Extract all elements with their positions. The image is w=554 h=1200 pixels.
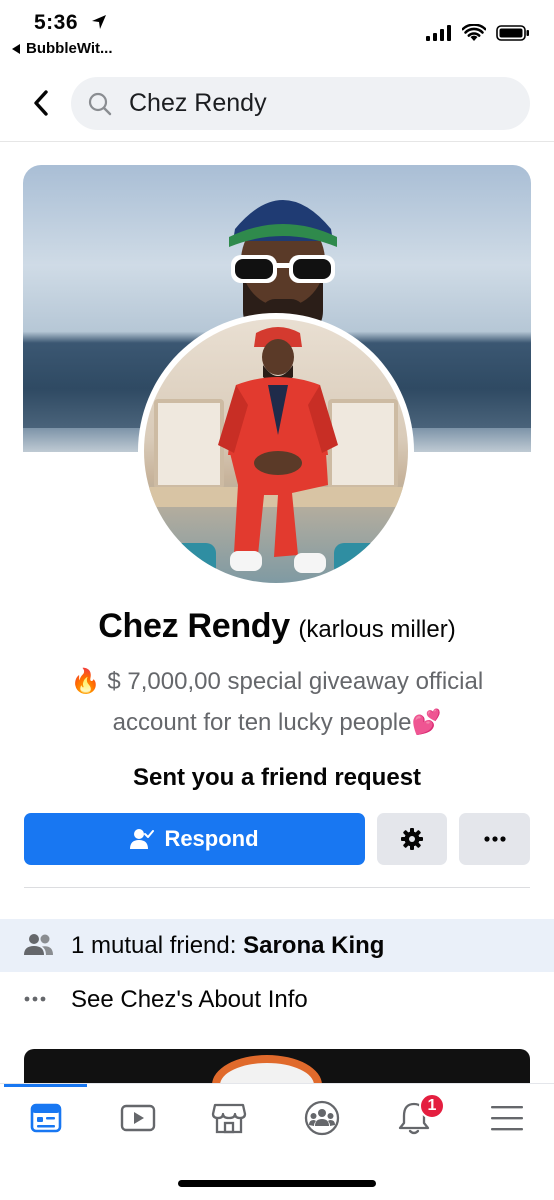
more-dots-icon <box>483 836 506 842</box>
video-icon <box>120 1104 156 1132</box>
profile-bio: 🔥 $ 7,000,00 special giveaway official a… <box>60 661 494 743</box>
news-feed-icon <box>30 1103 62 1133</box>
settings-button[interactable] <box>377 813 447 865</box>
more-dots-icon <box>24 996 46 1002</box>
search-header: Chez Rendy <box>0 66 554 142</box>
tab-home-feed[interactable] <box>16 1098 76 1138</box>
gear-icon <box>401 828 423 850</box>
more-options-button[interactable] <box>459 813 530 865</box>
respond-button[interactable]: Respond <box>24 813 365 865</box>
back-triangle-icon <box>12 43 20 54</box>
avatar-person-illustration <box>218 327 338 573</box>
mutual-friends-row[interactable]: 1 mutual friend: Sarona King <box>0 919 554 972</box>
bio-line-2: account for ten lucky people <box>112 709 412 736</box>
active-tab-indicator <box>4 1084 87 1087</box>
search-icon <box>88 92 112 115</box>
profile-alternate-name: (karlous miller) <box>298 616 456 643</box>
respond-button-label: Respond <box>164 826 259 851</box>
mutual-friends-text: 1 mutual friend: Sarona King <box>71 932 384 960</box>
tab-menu[interactable] <box>477 1098 537 1138</box>
status-icons <box>426 24 530 42</box>
hamburger-menu-icon <box>491 1106 523 1131</box>
section-divider <box>24 887 530 888</box>
friends-icon <box>24 934 53 955</box>
tab-watch[interactable] <box>108 1098 168 1138</box>
search-query: Chez Rendy <box>129 89 267 117</box>
notifications-badge: 1 <box>419 1093 445 1119</box>
status-bar: 5:36 BubbleWit... <box>0 0 554 66</box>
profile-name-line: Chez Rendy (karlous miller) <box>0 607 554 646</box>
about-info-label: See Chez's About Info <box>71 986 308 1013</box>
fire-emoji-icon: 🔥 <box>70 668 101 695</box>
status-time: 5:36 <box>34 11 79 34</box>
mutual-friend-name[interactable]: Sarona King <box>243 932 384 959</box>
person-check-icon <box>130 829 155 849</box>
mutual-friends-prefix: 1 mutual friend: <box>71 931 244 959</box>
cellular-signal-icon <box>426 25 451 41</box>
location-arrow-icon <box>91 14 107 35</box>
about-info-row[interactable]: See Chez's About Info <box>0 976 554 1024</box>
back-app-label: BubbleWit... <box>26 40 113 57</box>
tab-groups[interactable] <box>292 1098 352 1138</box>
groups-icon <box>304 1100 340 1136</box>
back-button[interactable] <box>28 88 54 118</box>
home-indicator[interactable] <box>178 1180 376 1187</box>
profile-avatar[interactable] <box>138 313 414 589</box>
two-hearts-emoji-icon: 💕 <box>411 709 442 736</box>
bio-line-1: $ 7,000,00 special giveaway official <box>107 668 484 695</box>
friend-request-label: Sent you a friend request <box>132 764 422 791</box>
profile-name: Chez Rendy <box>98 607 290 645</box>
search-input[interactable]: Chez Rendy <box>71 77 530 130</box>
tab-marketplace[interactable] <box>199 1098 259 1138</box>
wifi-icon <box>462 24 486 41</box>
chevron-left-icon <box>34 90 48 116</box>
back-to-app-link[interactable]: BubbleWit... <box>12 40 113 57</box>
battery-icon <box>496 25 529 41</box>
shop-icon <box>211 1103 247 1134</box>
